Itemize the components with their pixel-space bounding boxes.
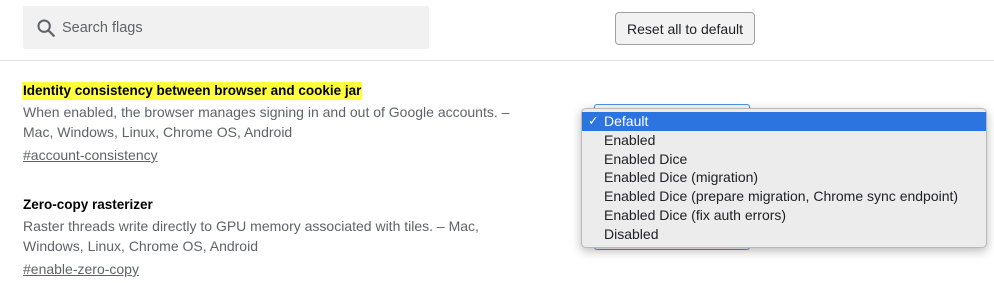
dropdown-option[interactable]: Enabled Dice (prepare migration, Chrome … [582,187,986,206]
flags-page: Reset all to default Identity consistenc… [0,0,994,283]
flag-permalink[interactable]: #enable-zero-copy [23,260,139,278]
search-icon [37,19,55,37]
flag-select-dropdown[interactable]: ✓ Default Enabled Enabled Dice Enabled D… [581,108,987,248]
dropdown-option[interactable]: Enabled Dice (fix auth errors) [582,206,986,225]
reset-all-button[interactable]: Reset all to default [615,12,755,45]
flag-item-account-consistency: Identity consistency between browser and… [22,82,568,165]
flags-header: Reset all to default [0,0,994,61]
dropdown-option[interactable]: Disabled [582,225,986,244]
option-label: Default [604,113,649,129]
option-label: Enabled Dice (prepare migration, Chrome … [604,188,959,205]
flag-description: Raster threads write directly to GPU mem… [23,218,479,254]
search-input[interactable] [62,6,412,49]
flag-item-zero-copy: Zero-copy rasterizer Raster threads writ… [23,196,568,279]
option-label: Enabled Dice (fix auth errors) [604,206,787,223]
search-box[interactable] [23,6,429,49]
checkmark-icon: ✓ [588,113,599,128]
option-label: Enabled Dice (migration) [604,169,759,186]
option-label: Disabled [604,225,659,242]
flag-description: When enabled, the browser manages signin… [23,104,510,140]
option-label: Enabled Dice [604,150,688,167]
flag-title: Zero-copy rasterizer [23,197,153,212]
dropdown-option[interactable]: Enabled [582,131,986,150]
option-label: Enabled [604,131,656,148]
dropdown-option[interactable]: ✓ Default [582,112,986,131]
flag-title: Identity consistency between browser and… [22,82,363,100]
dropdown-option[interactable]: Enabled Dice (migration) [582,168,986,187]
flag-permalink[interactable]: #account-consistency [23,146,158,164]
dropdown-option[interactable]: Enabled Dice [582,150,986,169]
